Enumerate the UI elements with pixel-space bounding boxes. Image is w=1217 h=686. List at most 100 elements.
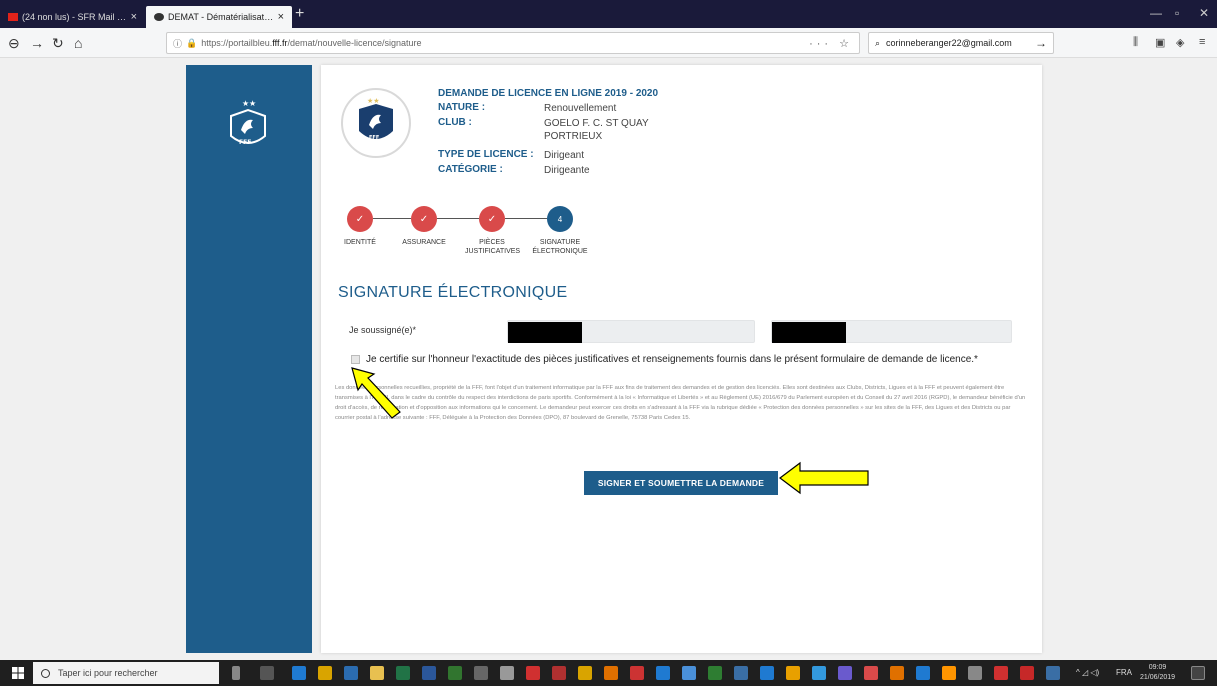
filezilla-icon[interactable] [552, 666, 566, 680]
app-icon[interactable] [786, 666, 800, 680]
submit-button[interactable]: SIGNER ET SOUMETTRE LA DEMANDE [584, 471, 778, 495]
step-label: PIÈCES JUSTIFICATIVES [465, 239, 521, 255]
url-path: /demat/nouvelle-licence/signature [287, 38, 422, 48]
app-icon[interactable] [812, 666, 826, 680]
url-host: fff.fr [272, 38, 288, 48]
tray-icons[interactable]: ^ ◿ ◁) [1076, 668, 1099, 677]
info-value: Dirigeant [544, 150, 585, 161]
app-icon[interactable] [760, 666, 774, 680]
taskbar-clock[interactable]: 09:09 21/06/2019 [1140, 663, 1175, 683]
search-bar[interactable]: ⌕ corinneberanger22@gmail.com → [868, 32, 1054, 54]
tray-language[interactable]: FRA [1116, 668, 1132, 677]
minimize-icon[interactable]: — [1150, 6, 1162, 20]
app-icon[interactable] [838, 666, 852, 680]
app-icon[interactable] [500, 666, 514, 680]
forward-icon[interactable]: → [30, 35, 44, 51]
step-identite: ✓ [347, 206, 373, 232]
section-title: SIGNATURE ÉLECTRONIQUE [338, 284, 568, 301]
step-signature: 4 [547, 206, 573, 232]
browser-tab-bar: (24 non lus) - SFR Mail | Mail × DEMAT -… [0, 0, 1217, 28]
app-icon[interactable] [656, 666, 670, 680]
step-label: IDENTITÉ [344, 239, 376, 246]
reload-icon[interactable]: ↻ [52, 35, 64, 51]
app-icon[interactable] [994, 666, 1008, 680]
taskbar-search-placeholder: Taper ici pour rechercher [58, 668, 158, 678]
close-tab-icon[interactable]: × [131, 11, 137, 23]
excel-icon[interactable] [396, 666, 410, 680]
app-icon[interactable] [734, 666, 748, 680]
app-icon[interactable] [526, 666, 540, 680]
tab-sfr-mail[interactable]: (24 non lus) - SFR Mail | Mail × [0, 6, 145, 28]
back-icon[interactable]: ⊖ [8, 35, 20, 51]
app-icon[interactable] [890, 666, 904, 680]
app-icon[interactable] [344, 666, 358, 680]
taskbar-search[interactable]: Taper ici pour rechercher [33, 662, 219, 684]
certify-label: Je certifie sur l'honneur l'exactitude d… [366, 354, 978, 365]
step-label: ASSURANCE [402, 239, 446, 246]
logo-text: FFF [369, 135, 379, 141]
legal-notice: Les données personnelles recueillies, pr… [335, 385, 1026, 421]
lock-icon: 🔒 [186, 37, 198, 48]
search-icon: ⌕ [875, 37, 881, 48]
search-input[interactable]: corinneberanger22@gmail.com [886, 38, 1012, 48]
info-value: Dirigeante [544, 165, 590, 176]
svg-text:FFF: FFF [239, 139, 251, 146]
step-connector [437, 218, 479, 219]
windows-start-icon[interactable] [12, 667, 24, 679]
step-pieces: ✓ [479, 206, 505, 232]
store-icon[interactable] [370, 666, 384, 680]
annotation-arrow-icon [351, 367, 401, 419]
page-actions-icon[interactable]: ··· ☆ [809, 37, 853, 50]
licence-title: DEMANDE DE LICENCE EN LIGNE 2019 - 2020 [438, 88, 659, 99]
tab-demat[interactable]: DEMAT - Dématérialisation de × [146, 6, 292, 28]
vlc-icon[interactable] [604, 666, 618, 680]
extension-icon[interactable]: ◈ [1176, 36, 1184, 49]
firefox-icon[interactable] [942, 666, 956, 680]
info-icon[interactable]: ⓘ [173, 37, 182, 50]
svg-text:★: ★ [249, 99, 256, 108]
annotation-arrow-icon [779, 461, 869, 495]
info-key: CATÉGORIE : [438, 164, 503, 175]
first-name-input[interactable] [507, 320, 755, 343]
app-icon[interactable] [1046, 666, 1060, 680]
edge-icon[interactable] [292, 666, 306, 680]
library-icon[interactable]: ⫼ [1133, 36, 1138, 49]
close-window-icon[interactable]: ✕ [1199, 6, 1209, 20]
sidebar: ★ ★ FFF [186, 65, 312, 653]
fff-logo-icon: ★ ★ FFF [230, 99, 266, 146]
folder-icon[interactable] [578, 666, 592, 680]
publisher-icon[interactable] [448, 666, 462, 680]
new-tab-button[interactable]: + [295, 6, 304, 22]
club-logo: ★★ FFF [341, 88, 411, 158]
app-icon[interactable] [318, 666, 332, 680]
notifications-icon[interactable] [1191, 666, 1205, 680]
cortana-icon [41, 668, 50, 678]
app-icon[interactable] [474, 666, 488, 680]
app-icon[interactable] [864, 666, 878, 680]
clock-time: 09:09 [1148, 664, 1167, 671]
address-bar[interactable]: ⓘ 🔒 https://portailbleu. fff.fr/demat/nou… [166, 32, 860, 54]
last-name-input[interactable] [771, 320, 1012, 343]
app-icon[interactable] [1020, 666, 1034, 680]
sidebar-icon[interactable]: ▣ [1155, 36, 1165, 49]
microphone-icon[interactable] [232, 666, 240, 680]
app-icon[interactable] [708, 666, 722, 680]
app-icon[interactable] [916, 666, 930, 680]
app-icon[interactable] [968, 666, 982, 680]
app-icon[interactable] [630, 666, 644, 680]
certify-row[interactable]: Je certifie sur l'honneur l'exactitude d… [351, 354, 978, 365]
home-icon[interactable]: ⌂ [74, 35, 82, 51]
task-view-icon[interactable] [260, 666, 274, 680]
demat-favicon-icon [154, 13, 164, 21]
app-icon[interactable] [682, 666, 696, 680]
certify-checkbox[interactable] [351, 355, 360, 364]
menu-icon[interactable]: ≡ [1199, 36, 1205, 48]
step-connector [373, 218, 411, 219]
word-icon[interactable] [422, 666, 436, 680]
maximize-icon[interactable]: ▫ [1175, 6, 1179, 20]
fff-shield-icon: ★★ FFF [359, 97, 393, 141]
step-assurance: ✓ [411, 206, 437, 232]
close-tab-icon[interactable]: × [278, 11, 284, 23]
search-go-icon[interactable]: → [1035, 36, 1047, 50]
step-connector [505, 218, 547, 219]
